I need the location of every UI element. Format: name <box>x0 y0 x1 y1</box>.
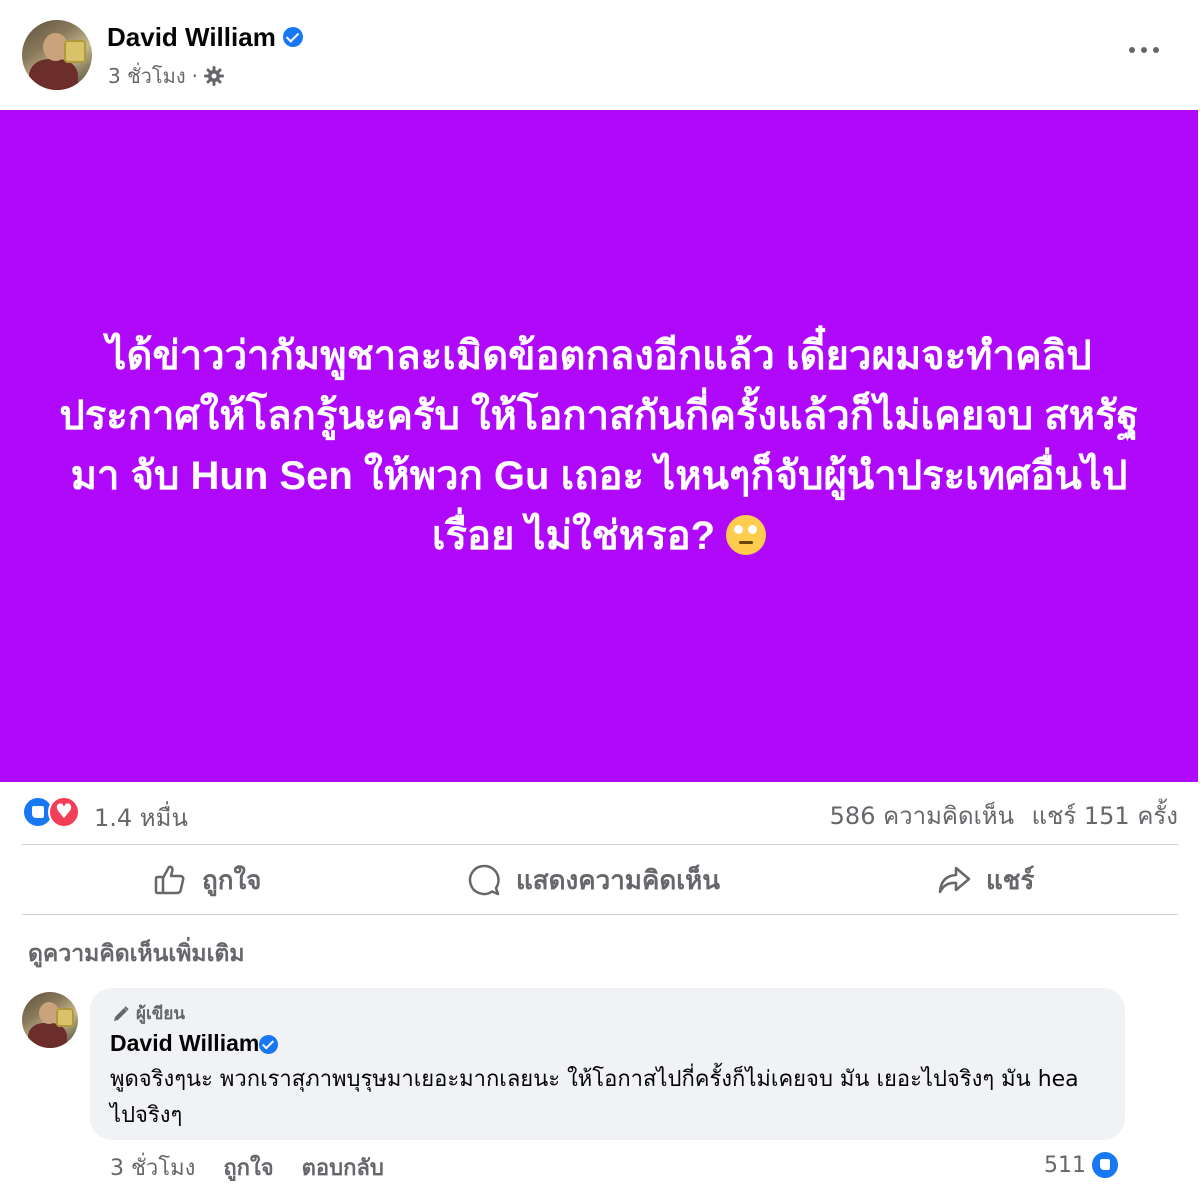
comment-text: พูดจริงๆนะ พวกเราสุภาพบุรุษมาเยอะมากเลยน… <box>110 1067 1079 1128</box>
comment-reply-button[interactable]: ตอบกลับ <box>302 1150 384 1185</box>
commenter-avatar[interactable] <box>22 992 78 1048</box>
author-badge-label: ผู้เขียน <box>136 1004 185 1024</box>
comment-count[interactable]: 586 ความคิดเห็น <box>830 796 1014 835</box>
comment-like-count[interactable]: 511 <box>1044 1150 1120 1180</box>
comment-time[interactable]: 3 ชั่วโมง <box>110 1150 195 1185</box>
author-name[interactable]: David William <box>107 22 276 53</box>
post-content: ได้ข่าวว่ากัมพูชาละเมิดข้อตกลงอีกแล้ว เด… <box>0 110 1198 782</box>
comment-bubble-icon <box>468 864 500 896</box>
love-reaction-icon <box>48 796 80 828</box>
comment-author-name[interactable]: David William <box>110 1030 259 1057</box>
post-text: ได้ข่าวว่ากัมพูชาละเมิดข้อตกลงอีกแล้ว เด… <box>59 334 1139 558</box>
like-reaction-icon <box>1090 1150 1120 1180</box>
verified-badge-icon <box>259 1035 278 1054</box>
like-label: ถูกใจ <box>202 865 262 896</box>
meta-separator: · <box>191 64 198 88</box>
reaction-count[interactable]: 1.4 หมื่น <box>94 798 188 837</box>
comment-label: แสดงความคิดเห็น <box>516 865 721 896</box>
view-more-comments-link[interactable]: ดูความคิดเห็นเพิ่มเติม <box>28 936 245 972</box>
divider <box>22 914 1178 915</box>
rolling-eyes-emoji-icon <box>726 515 767 555</box>
pencil-icon <box>114 1005 129 1021</box>
share-arrow-icon <box>938 866 971 894</box>
author-avatar[interactable] <box>22 20 92 90</box>
comment-button[interactable]: แสดงความคิดเห็น <box>466 850 720 910</box>
share-count[interactable]: แชร์ 151 ครั้ง <box>1032 796 1178 835</box>
share-button[interactable]: แชร์ <box>936 850 1034 910</box>
verified-badge-icon <box>283 27 303 47</box>
comment-like-button[interactable]: ถูกใจ <box>223 1150 273 1185</box>
thumbs-up-icon <box>154 865 185 895</box>
more-options-icon[interactable] <box>1128 38 1160 62</box>
post-time[interactable]: 3 ชั่วโมง <box>108 60 186 92</box>
comment-actions: 3 ชั่วโมง ถูกใจ ตอบกลับ <box>110 1150 384 1185</box>
share-label: แชร์ <box>986 865 1035 896</box>
like-button[interactable]: ถูกใจ <box>152 850 261 910</box>
divider <box>22 844 1178 845</box>
reaction-icons[interactable] <box>22 796 84 828</box>
post-text-block: ได้ข่าวว่ากัมพูชาละเมิดข้อตกลงอีกแล้ว เด… <box>39 326 1159 566</box>
author-badge: ผู้เขียน <box>112 1000 185 1027</box>
post-header: David William 3 ชั่วโมง · <box>0 0 1200 108</box>
post-meta: 3 ชั่วโมง · <box>108 60 224 92</box>
gear-icon <box>203 66 224 86</box>
comment-like-number: 511 <box>1044 1152 1086 1178</box>
